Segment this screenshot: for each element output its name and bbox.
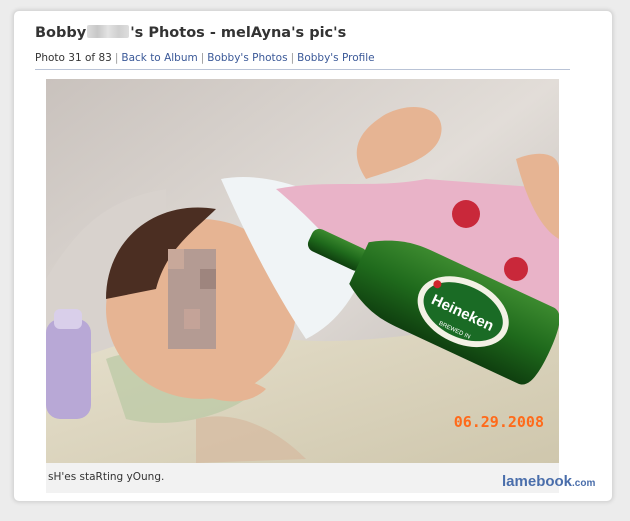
subnav-separator: | <box>290 52 295 64</box>
photo-caption: sH'es staRting yOung. <box>48 471 165 483</box>
baby-bottle <box>46 319 91 419</box>
header-divider <box>35 69 570 70</box>
title-owner-name: Bobby <box>35 25 87 41</box>
photo-page-card: Bobby 's Photos - melAyna's pic's Photo 3… <box>13 10 613 502</box>
watermark-tld: .com <box>572 478 596 489</box>
photo-image: Heineken BREWED IN 06.29.2008 <box>46 79 559 463</box>
photo-subnav: Photo 31 of 83 | Back to Album | Bobby's Pho… <box>35 52 375 64</box>
subnav-separator: | <box>200 52 205 64</box>
caption-area: sH'es staRting yOung. <box>46 463 559 493</box>
watermark-name: lamebook <box>502 473 573 490</box>
user-profile-link[interactable]: Bobby's Profile <box>297 52 375 64</box>
title-album-name: 's Photos - melAyna's pic's <box>130 25 347 41</box>
subnav-separator: | <box>114 52 119 64</box>
lamebook-watermark: lamebook.com <box>502 473 595 491</box>
redacted-surname <box>87 25 130 38</box>
date-stamp: 06.29.2008 <box>454 413 544 431</box>
user-photos-link[interactable]: Bobby's Photos <box>207 52 287 64</box>
back-to-album-link[interactable]: Back to Album <box>121 52 197 64</box>
photo-counter: Photo 31 of 83 <box>35 52 112 64</box>
photo[interactable]: Heineken BREWED IN 06.29.2008 <box>46 79 559 463</box>
page-title: Bobby 's Photos - melAyna's pic's <box>35 25 346 41</box>
